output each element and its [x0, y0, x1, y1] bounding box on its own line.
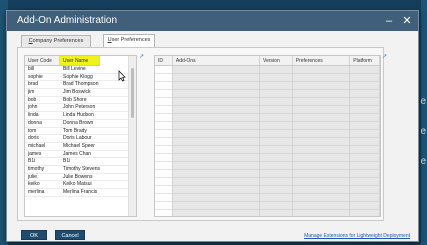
users-table-body: bill Bill Levine sophie Sophie Klogg brad B…: [25, 66, 128, 197]
user-code-cell: merlina: [28, 189, 45, 195]
user-code-cell: donna: [28, 119, 42, 126]
user-name-cell: James Chan: [63, 150, 92, 157]
column-header-id[interactable]: ID: [155, 56, 173, 65]
table-row[interactable]: tom Tom Brady: [25, 128, 128, 136]
ok-button[interactable]: OK: [21, 230, 47, 240]
table-row[interactable]: bob Bob Shore: [25, 97, 128, 105]
manage-extensions-link[interactable]: Manage Extensions for Lightweight Deploy…: [304, 233, 410, 239]
title-bar: Add-On Administration – ✕: [7, 11, 418, 31]
user-name-cell: Linda Hudson: [63, 112, 94, 119]
user-name-cell: Merlina Francis: [63, 189, 98, 195]
table-row[interactable]: linda Linda Hudson: [25, 112, 128, 120]
background-text-fragment: e: [420, 126, 426, 137]
user-name-cell: Timothy Stevens: [63, 165, 101, 172]
user-preferences-panel: User Code User Name bill Bill Levine soph…: [17, 47, 387, 221]
addon-administration-window: Add-On Administration – ✕ Company Prefer…: [6, 10, 419, 242]
expand-users-icon[interactable]: ↗: [139, 54, 144, 60]
preferences-column: [292, 66, 351, 216]
user-name-cell: Doris Labour: [63, 135, 92, 142]
table-row[interactable]: donna Donna Brown: [25, 120, 128, 128]
column-header-user-name[interactable]: User Name: [60, 56, 100, 66]
mouse-cursor-icon: [118, 70, 126, 82]
user-code-cell: B1i: [28, 158, 36, 165]
table-row[interactable]: keiko Keiko Matsui: [25, 181, 128, 189]
user-code-cell: sophie: [28, 73, 43, 80]
user-code-cell: timothy: [28, 165, 45, 172]
users-table-scrollbar[interactable]: [128, 56, 136, 216]
user-code-cell: keiko: [28, 181, 40, 188]
close-icon[interactable]: ✕: [400, 14, 414, 28]
version-column: [260, 66, 293, 216]
table-row[interactable]: james James Chan: [25, 151, 128, 159]
user-name-cell: John Peterson: [63, 104, 96, 111]
table-row[interactable]: julie Julie Bowens: [25, 174, 128, 182]
table-row[interactable]: sophie Sophie Klogg: [25, 74, 128, 82]
user-name-cell: Donna Brown: [63, 119, 94, 126]
cancel-button[interactable]: Cancel: [55, 230, 85, 240]
addons-table-body: [155, 66, 380, 216]
addons-table-header: ID Add-Ons Version Preferences Platform: [155, 56, 380, 66]
table-row[interactable]: doris Doris Labour: [25, 135, 128, 143]
user-code-cell: jim: [28, 89, 35, 96]
window-title: Add-On Administration: [17, 15, 118, 26]
user-code-cell: john: [28, 104, 38, 111]
add-ons-column: [172, 66, 261, 216]
background-text-fragment: e: [420, 156, 426, 167]
user-code-cell: bob: [28, 96, 37, 103]
table-row[interactable]: brad Brad Thompson: [25, 81, 128, 90]
table-row[interactable]: bill Bill Levine: [25, 66, 128, 74]
id-column: [155, 66, 173, 216]
table-row[interactable]: john John Peterson: [25, 104, 128, 113]
user-name-cell: Sophie Klogg: [63, 73, 93, 80]
user-name-cell: Michael Speer: [63, 142, 95, 149]
users-table-header: User Code User Name: [25, 56, 128, 66]
table-row[interactable]: jim Jim Boswick: [25, 89, 128, 97]
user-name-cell: Jim Boswick: [63, 89, 91, 96]
table-row[interactable]: michael Michael Speer: [25, 143, 128, 151]
column-header-platform[interactable]: Platform: [350, 56, 380, 65]
user-code-cell: julie: [28, 173, 37, 180]
tab-user-preferences-label: ser Preferences: [111, 37, 151, 43]
user-code-cell: james: [28, 150, 42, 157]
user-name-cell: Brad Thompson: [63, 81, 99, 88]
column-header-user-code[interactable]: User Code: [25, 56, 60, 66]
user-name-cell: B1i: [63, 158, 71, 165]
user-code-cell: brad: [28, 81, 39, 88]
user-name-cell: Tom Brady: [63, 127, 87, 134]
user-code-cell: linda: [28, 112, 39, 119]
table-row[interactable]: B1i B1i: [25, 158, 128, 166]
table-row[interactable]: timothy Timothy Stevens: [25, 166, 128, 174]
user-name-cell: Bill Levine: [63, 66, 86, 72]
user-code-cell: tom: [28, 127, 37, 134]
background-text-fragment: e: [420, 96, 426, 107]
table-row[interactable]: merlina Merlina Francis: [25, 189, 128, 197]
user-name-cell: Keiko Matsui: [63, 181, 92, 188]
tab-company-preferences[interactable]: Company Preferences: [21, 35, 91, 47]
user-name-cell: Julie Bowens: [63, 173, 93, 180]
user-code-cell: michael: [28, 142, 46, 149]
users-table: User Code User Name bill Bill Levine soph…: [24, 55, 137, 217]
addons-table: ID Add-Ons Version Preferences Platform: [154, 55, 381, 217]
tab-company-preferences-label: ompany Preferences: [32, 38, 84, 44]
column-header-version[interactable]: Version: [260, 56, 293, 65]
minimize-icon[interactable]: –: [382, 14, 396, 28]
column-header-add-ons[interactable]: Add-Ons: [173, 56, 261, 65]
user-name-cell: Bob Shore: [63, 96, 87, 103]
user-code-cell: doris: [28, 135, 39, 142]
scrollbar-thumb[interactable]: [131, 68, 134, 118]
expand-addons-icon[interactable]: ↗: [382, 54, 387, 60]
platform-column: [350, 66, 380, 216]
column-header-preferences[interactable]: Preferences: [293, 56, 351, 65]
user-code-cell: bill: [28, 66, 35, 72]
tab-user-preferences[interactable]: User Preferences: [103, 34, 155, 47]
background-right-edge: [421, 0, 427, 245]
